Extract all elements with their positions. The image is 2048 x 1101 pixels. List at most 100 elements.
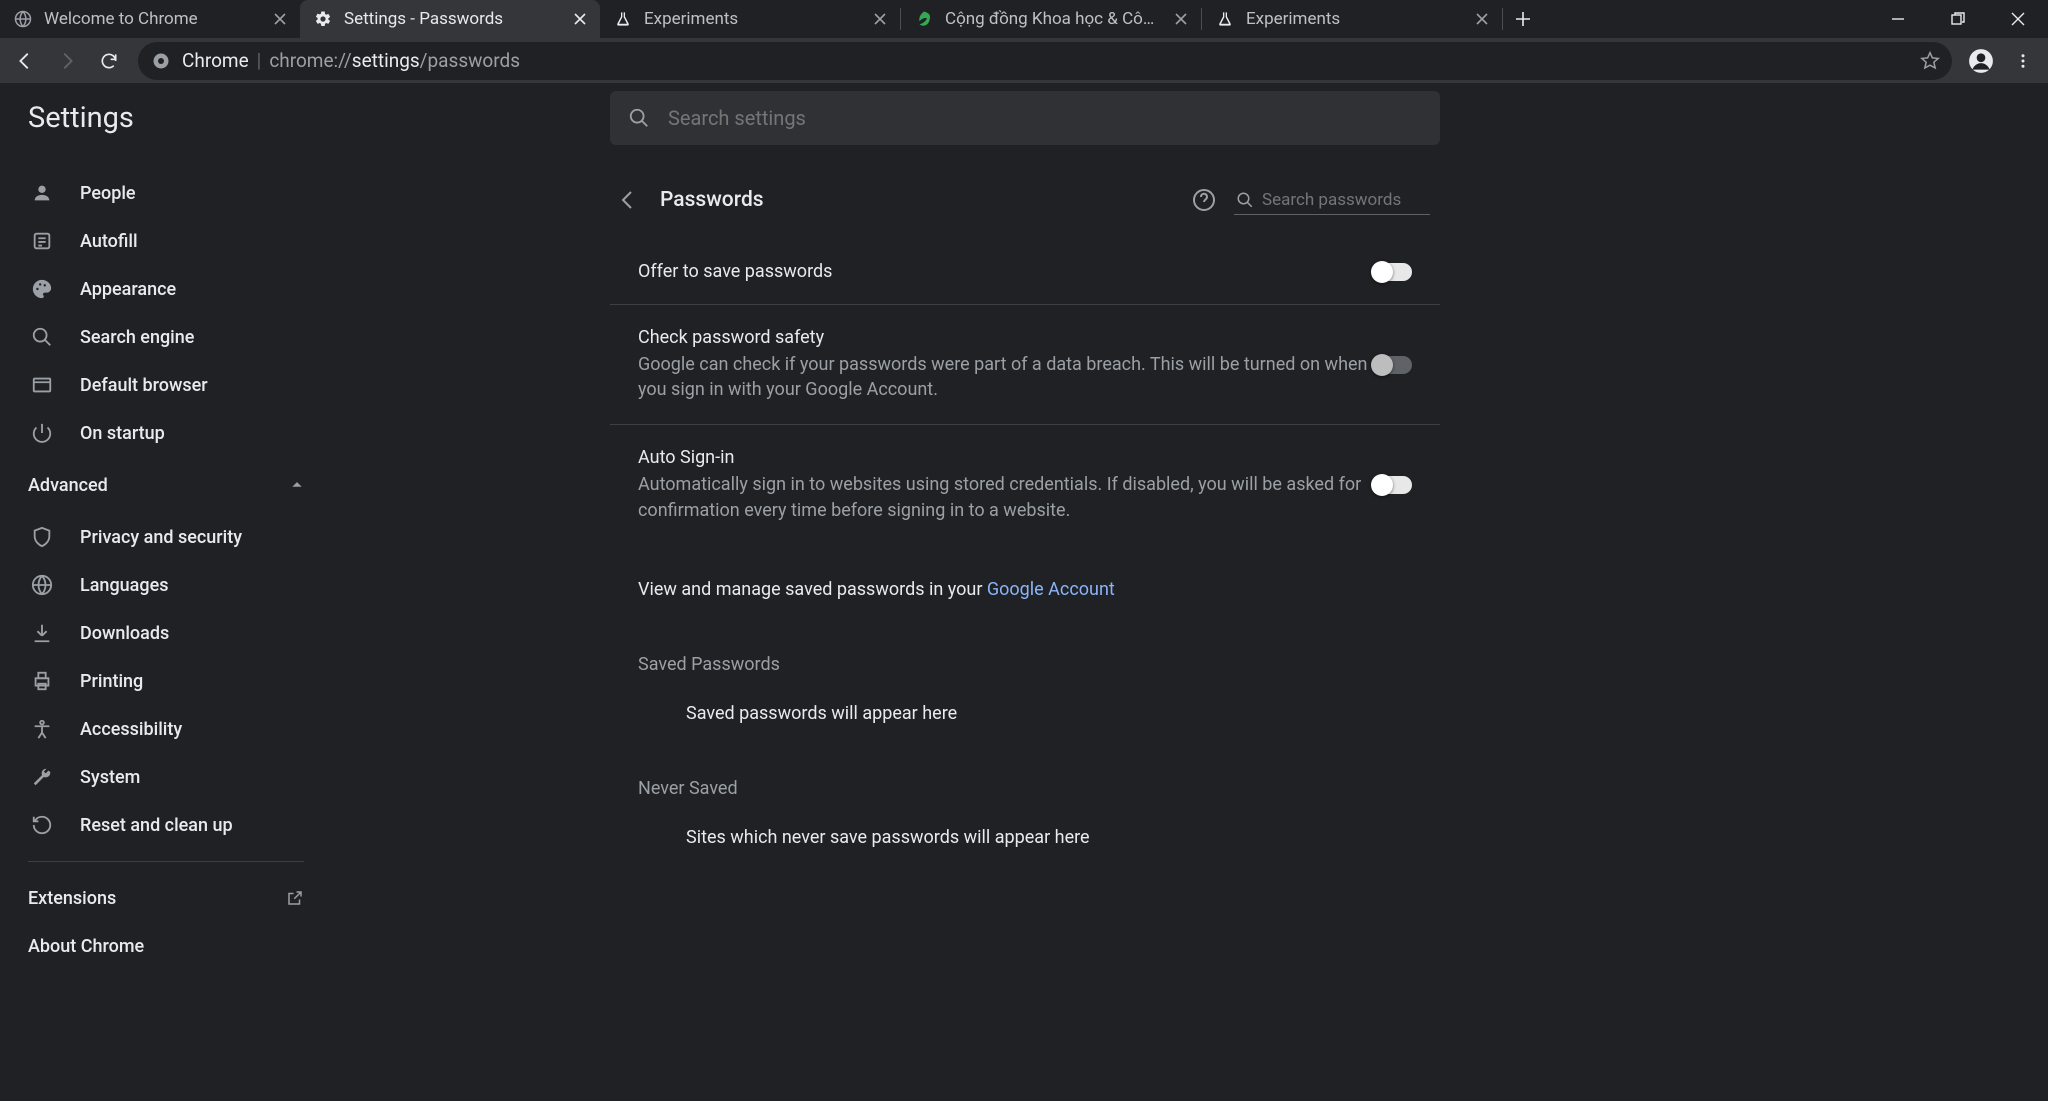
new-tab-button[interactable]	[1503, 0, 1543, 38]
globe-icon	[28, 571, 56, 599]
omnibox[interactable]: Chrome | chrome://settings/passwords	[138, 42, 1952, 80]
nav-forward-button[interactable]	[48, 42, 86, 80]
settings-body: People Autofill Appearance Search engine…	[0, 83, 2048, 1101]
sidebar-item-reset[interactable]: Reset and clean up	[0, 801, 332, 849]
settings-search-input[interactable]	[668, 106, 1422, 130]
flask-icon	[1214, 8, 1236, 30]
sidebar-item-on-startup[interactable]: On startup	[0, 409, 332, 457]
sidebar-divider	[28, 861, 304, 862]
palette-icon	[28, 275, 56, 303]
settings-search[interactable]	[610, 91, 1440, 145]
chevron-up-icon	[290, 478, 304, 492]
chrome-icon	[150, 50, 172, 72]
sidebar-item-search-engine[interactable]: Search engine	[0, 313, 332, 361]
search-icon	[28, 323, 56, 351]
power-icon	[28, 419, 56, 447]
tab-title: Experiments	[1246, 9, 1464, 29]
window-close-button[interactable]	[1988, 0, 2048, 38]
saved-passwords-empty: Saved passwords will appear here	[610, 685, 1440, 746]
tab-title: Experiments	[644, 9, 862, 29]
sidebar-link-label: Extensions	[28, 888, 116, 909]
window-maximize-button[interactable]	[1928, 0, 1988, 38]
sidebar-item-label: System	[80, 767, 140, 788]
gear-icon	[312, 8, 334, 30]
toggle-offer-save[interactable]	[1372, 263, 1412, 281]
close-icon[interactable]	[870, 9, 890, 29]
omnibox-url-mid: settings	[352, 49, 420, 72]
omnibox-url-suffix: /passwords	[420, 49, 520, 72]
sidebar-item-label: Printing	[80, 671, 143, 692]
passwords-search[interactable]	[1234, 186, 1430, 215]
close-icon[interactable]	[570, 9, 590, 29]
sidebar-section-advanced[interactable]: Advanced	[0, 457, 332, 513]
sidebar-item-system[interactable]: System	[0, 753, 332, 801]
sidebar-item-privacy[interactable]: Privacy and security	[0, 513, 332, 561]
tab-welcome[interactable]: Welcome to Chrome	[0, 0, 300, 38]
settings-header: Settings	[0, 83, 2048, 153]
globe-icon	[12, 8, 34, 30]
tab-settings-passwords[interactable]: Settings - Passwords	[300, 0, 600, 38]
shield-icon	[28, 523, 56, 551]
back-button[interactable]	[610, 182, 646, 218]
leaf-icon	[913, 8, 935, 30]
sidebar-item-downloads[interactable]: Downloads	[0, 609, 332, 657]
toggle-check-safety[interactable]	[1372, 356, 1412, 374]
sidebar-item-accessibility[interactable]: Accessibility	[0, 705, 332, 753]
setting-description: Google can check if your passwords were …	[638, 352, 1372, 402]
sidebar-link-extensions[interactable]: Extensions	[0, 874, 332, 922]
restore-icon	[28, 811, 56, 839]
profile-avatar-button[interactable]	[1962, 42, 2000, 80]
nav-back-button[interactable]	[6, 42, 44, 80]
window-controls	[1868, 0, 2048, 38]
tab-experiments-2[interactable]: Experiments	[1202, 0, 1502, 38]
sidebar-link-about[interactable]: About Chrome	[0, 922, 332, 970]
external-link-icon	[286, 889, 304, 907]
toggle-auto-signin[interactable]	[1372, 476, 1412, 494]
sidebar-item-label: Languages	[80, 575, 168, 596]
setting-check-safety: Check password safety Google can check i…	[610, 304, 1440, 424]
sidebar-item-people[interactable]: People	[0, 169, 332, 217]
setting-title: Check password safety	[638, 327, 1372, 348]
chrome-menu-button[interactable]	[2004, 42, 2042, 80]
close-icon[interactable]	[1472, 9, 1492, 29]
sidebar-item-label: People	[80, 183, 136, 204]
help-button[interactable]	[1188, 184, 1220, 216]
close-icon[interactable]	[1171, 9, 1191, 29]
setting-offer-save: Offer to save passwords	[610, 231, 1440, 304]
search-icon	[628, 107, 650, 129]
tab-strip: Welcome to Chrome Settings - Passwords E…	[0, 0, 2048, 38]
setting-auto-signin: Auto Sign-in Automatically sign in to we…	[610, 424, 1440, 544]
omnibox-origin: Chrome	[182, 49, 249, 72]
flask-icon	[612, 8, 634, 30]
google-account-link[interactable]: Google Account	[987, 579, 1115, 600]
sidebar-item-label: Search engine	[80, 327, 194, 348]
manage-passwords-text: View and manage saved passwords in your	[638, 579, 987, 600]
sidebar-item-printing[interactable]: Printing	[0, 657, 332, 705]
autofill-icon	[28, 227, 56, 255]
passwords-search-input[interactable]	[1262, 190, 1428, 210]
close-icon[interactable]	[270, 9, 290, 29]
sidebar-item-appearance[interactable]: Appearance	[0, 265, 332, 313]
passwords-title: Passwords	[660, 188, 1174, 212]
nav-reload-button[interactable]	[90, 42, 128, 80]
passwords-panel: Passwords Offer to save passwords	[610, 169, 1440, 1101]
tab-experiments-1[interactable]: Experiments	[600, 0, 900, 38]
sidebar-item-label: Autofill	[80, 231, 138, 252]
settings-title: Settings	[0, 101, 610, 135]
browser-toolbar: Chrome | chrome://settings/passwords	[0, 38, 2048, 83]
never-saved-empty: Sites which never save passwords will ap…	[610, 809, 1440, 870]
bookmark-star-icon[interactable]	[1920, 51, 1940, 71]
sidebar-item-label: On startup	[80, 423, 165, 444]
sidebar-item-default-browser[interactable]: Default browser	[0, 361, 332, 409]
sidebar-item-languages[interactable]: Languages	[0, 561, 332, 609]
window-minimize-button[interactable]	[1868, 0, 1928, 38]
tab-cong-dong[interactable]: Cộng đồng Khoa học & Công ng	[901, 0, 1201, 38]
settings-sidebar: People Autofill Appearance Search engine…	[0, 83, 332, 1101]
saved-passwords-label: Saved Passwords	[610, 622, 1440, 685]
printer-icon	[28, 667, 56, 695]
sidebar-item-autofill[interactable]: Autofill	[0, 217, 332, 265]
accessibility-icon	[28, 715, 56, 743]
sidebar-item-label: Downloads	[80, 623, 169, 644]
setting-title: Offer to save passwords	[638, 261, 1372, 282]
omnibox-divider: |	[257, 49, 262, 72]
